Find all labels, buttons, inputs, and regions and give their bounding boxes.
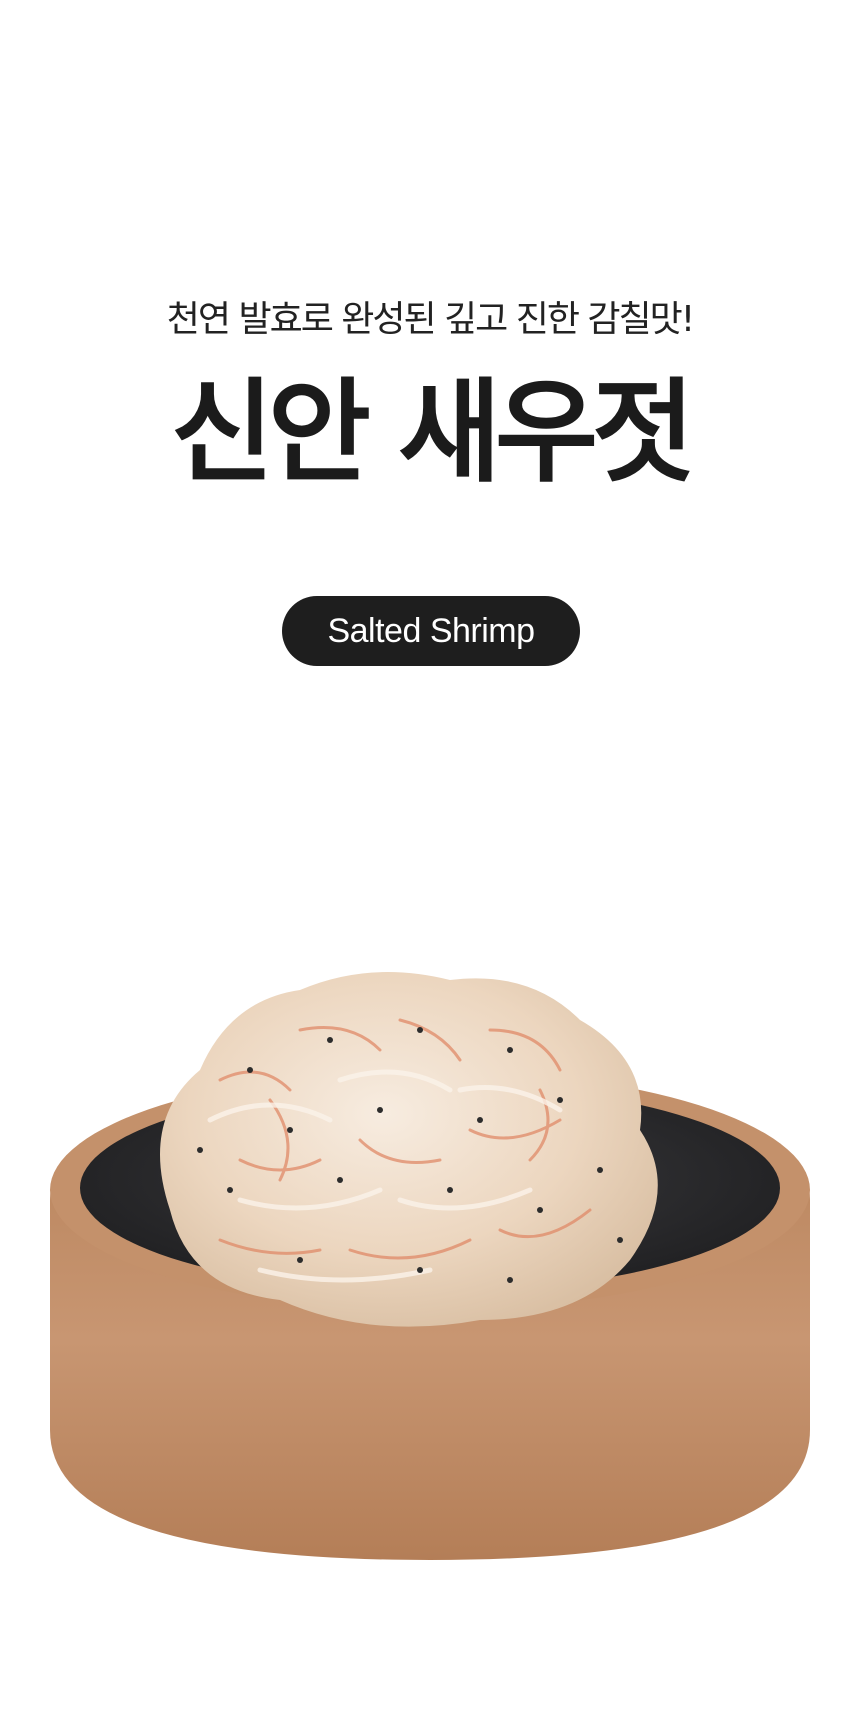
- product-tagline: 천연 발효로 완성된 깊고 진한 감칠맛!: [166, 299, 695, 340]
- product-detail-page: 천연 발효로 완성된 깊고 진한 감칠맛! 신안 새우젓 Salted Shri…: [0, 0, 860, 1736]
- salted-shrimp-bowl-image: [50, 972, 810, 1560]
- shrimp-pile: [160, 972, 658, 1327]
- product-english-name-badge: Salted Shrimp: [282, 596, 580, 666]
- badge-label: Salted Shrimp: [327, 611, 535, 650]
- product-title: 신안 새우젓: [170, 368, 695, 498]
